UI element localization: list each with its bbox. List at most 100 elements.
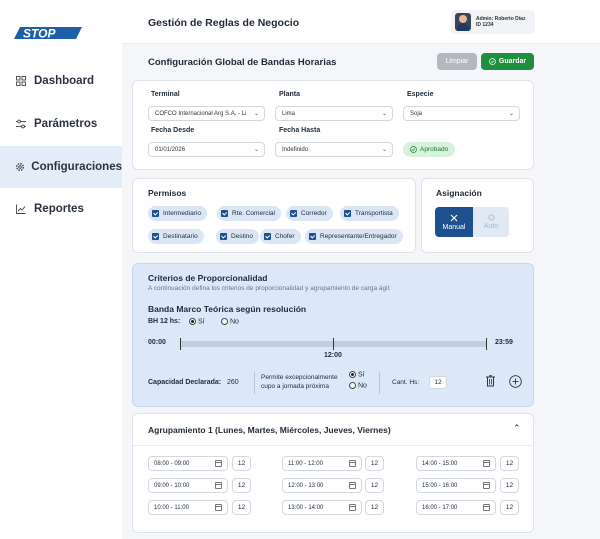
calendar-icon: [483, 460, 490, 467]
slider-handle-end[interactable]: [486, 338, 487, 350]
permisos-card: Permisos Intermediario Rte. Comercial Co…: [132, 178, 416, 253]
sidebar-item-configuraciones[interactable]: Configuraciones: [0, 146, 122, 188]
calendar-icon: [349, 504, 356, 511]
terminal-label: Terminal: [151, 91, 180, 98]
planta-label: Planta: [279, 91, 301, 98]
add-circle-icon[interactable]: [509, 375, 522, 388]
assign-auto-toggle[interactable]: Auto: [473, 207, 509, 237]
calendar-icon: [215, 460, 222, 467]
calendar-icon: [483, 504, 490, 511]
tools-icon: [450, 214, 458, 221]
slot-count-input[interactable]: 12: [500, 500, 519, 515]
time-range-text: 12:00 - 13:00: [288, 482, 324, 489]
slider-start-time: 00:00: [148, 339, 166, 346]
bh-no-option[interactable]: No: [221, 318, 239, 325]
agrupamiento-card: Agrupamiento 1 (Lunes, Martes, Miércoles…: [132, 413, 534, 533]
time-range-field[interactable]: 10:00 - 11:00: [148, 500, 228, 515]
checkbox-checked-icon: [290, 210, 297, 217]
status-badge: Aprobado: [403, 142, 456, 157]
calendar-icon: [215, 504, 222, 511]
slot-count-input[interactable]: 12: [365, 500, 384, 515]
time-range-field[interactable]: 08:00 - 09:00: [148, 456, 228, 471]
planta-select[interactable]: Lima ⌄: [275, 106, 393, 121]
slider-handle-mid[interactable]: [333, 338, 334, 350]
asignacion-card: Asignación Manual Auto: [421, 178, 534, 253]
clear-button[interactable]: Limpiar: [437, 53, 477, 70]
slot-count-input[interactable]: 12: [232, 456, 251, 471]
especie-select[interactable]: Soja ⌄: [403, 106, 520, 121]
avatar: [455, 13, 471, 31]
time-range-field[interactable]: 16:00 - 17:00: [416, 500, 496, 515]
slot-count-input[interactable]: 12: [365, 478, 384, 493]
save-button[interactable]: Guardar: [481, 53, 534, 70]
permiso-chip-representante[interactable]: Representante/Entregador: [305, 229, 403, 244]
top-header: Gestión de Reglas de Negocio Admin: Robe…: [122, 0, 600, 44]
slider-mid-time: 12:00: [324, 352, 342, 359]
time-range-field[interactable]: 13:00 - 14:00: [282, 500, 362, 515]
permiso-chip-transportista[interactable]: Transportista: [340, 206, 399, 221]
permisos-title: Permisos: [148, 188, 187, 198]
header-title: Gestión de Reglas de Negocio: [148, 17, 300, 29]
radio-empty-icon: [221, 318, 228, 325]
slider-end-time: 23:59: [495, 339, 513, 346]
gear-icon: [14, 160, 25, 174]
assign-manual-toggle[interactable]: Manual: [435, 207, 473, 237]
cant-hs-input[interactable]: 12: [429, 376, 447, 389]
exception-yes-option[interactable]: Sí: [349, 371, 365, 378]
collapse-chevron-icon[interactable]: ⌃: [513, 423, 521, 434]
fecha-desde-select[interactable]: 01/01/2026 ⌄: [148, 142, 265, 157]
sidebar-item-reportes[interactable]: Reportes: [0, 189, 122, 229]
radio-label: Sí: [357, 371, 365, 379]
permiso-chip-intermediario[interactable]: Intermediario: [148, 206, 207, 221]
exception-no-option[interactable]: No: [349, 382, 367, 389]
slot-count-input[interactable]: 12: [500, 456, 519, 471]
auto-label: Auto: [483, 223, 499, 230]
bh-label: BH 12 hs:: [148, 318, 181, 325]
calendar-icon: [215, 482, 222, 489]
radio-label: No: [229, 318, 239, 326]
capacity-label: Capacidad Declarada:: [148, 379, 222, 386]
checkbox-checked-icon: [220, 233, 227, 240]
radio-label: Sí: [197, 318, 205, 326]
time-range-text: 09:00 - 10:00: [154, 482, 190, 489]
cant-hs-label: Cant. Hs:: [392, 379, 420, 386]
save-label: Guardar: [498, 58, 527, 65]
time-range-field[interactable]: 09:00 - 10:00: [148, 478, 228, 493]
chip-label: Rte. Comercial: [232, 210, 275, 217]
radio-label: No: [357, 382, 367, 390]
slider-handle-start[interactable]: [180, 338, 181, 350]
time-range-field[interactable]: 15:00 - 16:00: [416, 478, 496, 493]
capacity-value: 260: [227, 379, 239, 386]
permiso-chip-destino[interactable]: Destino: [216, 229, 260, 244]
checkbox-checked-icon: [221, 210, 228, 217]
slot-count-input[interactable]: 12: [232, 478, 251, 493]
slot-count-input[interactable]: 12: [365, 456, 384, 471]
permiso-chip-rte-comercial[interactable]: Rte. Comercial: [217, 206, 281, 221]
time-range-field[interactable]: 11:00 - 12:00: [282, 456, 362, 471]
time-range-field[interactable]: 12:00 - 13:00: [282, 478, 362, 493]
permiso-chip-corredor[interactable]: Corredor: [286, 206, 333, 221]
bh-yes-option[interactable]: Sí: [189, 318, 205, 325]
planta-value: Lima: [282, 110, 296, 117]
fecha-hasta-select[interactable]: Indefinido ⌄: [275, 142, 393, 157]
slot-count-input[interactable]: 12: [232, 500, 251, 515]
sidebar-item-parametros[interactable]: Parámetros: [0, 104, 122, 144]
checkbox-checked-icon: [264, 233, 271, 240]
banda-title: Banda Marco Teórica según resolución: [148, 304, 307, 314]
chip-label: Chofer: [275, 233, 295, 240]
chevron-down-icon: ⌄: [253, 147, 259, 153]
time-range-field[interactable]: 14:00 - 15:00: [416, 456, 496, 471]
permiso-chip-chofer[interactable]: Chofer: [260, 229, 301, 244]
permiso-chip-destinatario[interactable]: Destinatario: [148, 229, 204, 244]
user-menu[interactable]: Admin: Roberto Díaz ID 1234: [451, 10, 535, 34]
sidebar-item-dashboard[interactable]: Dashboard: [0, 61, 122, 101]
fecha-desde-value: 01/01/2026: [155, 146, 186, 153]
filters-card: Terminal COFCO Internacional Arg S.A. - …: [132, 80, 534, 170]
proporcionalidad-card: Criterios de Proporcionalidad A continua…: [132, 263, 534, 407]
time-range-text: 14:00 - 15:00: [422, 460, 458, 467]
stop-logo: STOP: [14, 27, 82, 41]
trash-icon[interactable]: [485, 375, 496, 387]
terminal-select[interactable]: COFCO Internacional Arg S.A. - Li ⌄: [148, 106, 265, 121]
slot-count-input[interactable]: 12: [500, 478, 519, 493]
check-circle-icon: [410, 146, 417, 153]
